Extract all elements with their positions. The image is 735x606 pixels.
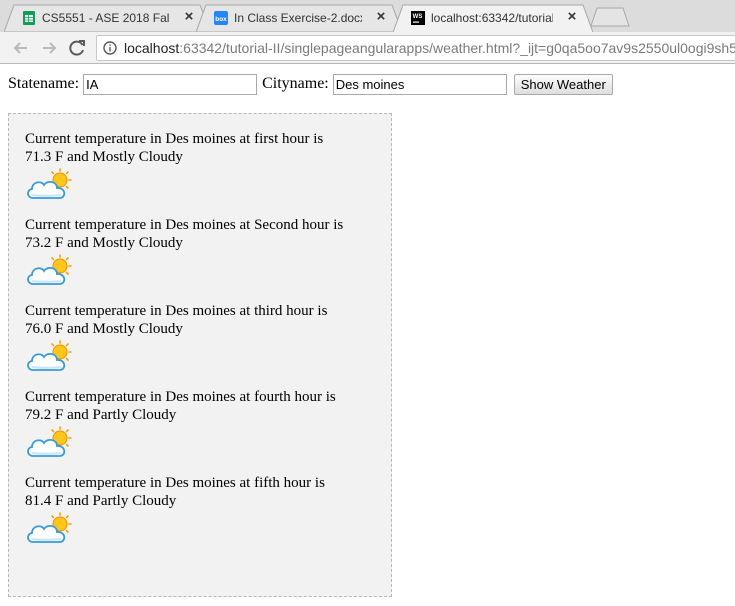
browser-tab-sheets[interactable]: CS5551 - ASE 2018 Fall - × xyxy=(4,4,210,32)
forecast-item: Current temperature in Des moines at fir… xyxy=(25,130,375,202)
partly-cloudy-icon xyxy=(27,512,72,543)
partly-cloudy-icon xyxy=(27,340,72,371)
svg-text:box: box xyxy=(215,16,227,23)
url-host: localhost xyxy=(124,40,180,56)
forecast-line: 71.3 F and Mostly Cloudy xyxy=(25,149,183,165)
state-input[interactable] xyxy=(83,73,258,95)
tab-title: CS5551 - ASE 2018 Fall - xyxy=(42,11,170,25)
tab-title: In Class Exercise-2.docx | xyxy=(234,11,362,25)
svg-text:WS: WS xyxy=(413,14,423,20)
forecast-line: 79.2 F and Partly Cloudy xyxy=(25,407,177,423)
forecast-line: Current temperature in Des moines at Sec… xyxy=(25,217,344,233)
url-text[interactable]: localhost:63342/tutorial-II/singlepagean… xyxy=(124,40,735,56)
forecast-line: 76.0 F and Mostly Cloudy xyxy=(25,321,183,337)
forward-arrow-icon[interactable] xyxy=(38,37,60,59)
forecast-line: Current temperature in Des moines at fou… xyxy=(25,389,336,405)
forecast-text: Current temperature in Des moines at fif… xyxy=(25,474,375,510)
forecast-line: 73.2 F and Mostly Cloudy xyxy=(25,235,183,251)
forecast-item: Current temperature in Des moines at Sec… xyxy=(25,216,375,288)
forecast-line: Current temperature in Des moines at fir… xyxy=(25,131,324,147)
forecast-item: Current temperature in Des moines at fif… xyxy=(25,474,375,546)
forecast-line: Current temperature in Des moines at fif… xyxy=(25,475,325,491)
forecast-text: Current temperature in Des moines at thi… xyxy=(25,302,375,338)
forecast-item: Current temperature in Des moines at fou… xyxy=(25,388,375,460)
browser-toolbar: localhost:63342/tutorial-II/singlepagean… xyxy=(0,32,735,64)
back-arrow-icon[interactable] xyxy=(10,37,32,59)
forecast-line: 81.4 F and Partly Cloudy xyxy=(25,493,177,509)
address-bar[interactable]: localhost:63342/tutorial-II/singlepagean… xyxy=(96,35,735,61)
forecast-text: Current temperature in Des moines at fir… xyxy=(25,130,375,166)
weather-form: Statename: Cityname: Show Weather xyxy=(8,73,613,95)
browser-tab-localhost[interactable]: WS localhost:63342/tutorial-I × xyxy=(393,4,593,32)
url-path: :63342/tutorial-II/singlepageangularapps… xyxy=(179,40,735,56)
partly-cloudy-icon xyxy=(27,426,72,457)
forecast-item: Current temperature in Des moines at thi… xyxy=(25,302,375,374)
browser-tab-strip: CS5551 - ASE 2018 Fall - × box In Class … xyxy=(0,0,735,32)
webstorm-icon: WS xyxy=(411,11,425,25)
forecast-text: Current temperature in Des moines at fou… xyxy=(25,388,375,424)
close-tab-icon[interactable]: × xyxy=(182,9,196,24)
sheets-icon xyxy=(23,11,35,25)
forecast-line: Current temperature in Des moines at thi… xyxy=(25,303,328,319)
forecast-text: Current temperature in Des moines at Sec… xyxy=(25,216,375,252)
city-label: Cityname: xyxy=(262,75,329,93)
close-tab-icon[interactable]: × xyxy=(374,9,388,24)
new-tab-button[interactable] xyxy=(590,7,630,27)
partly-cloudy-icon xyxy=(27,254,72,285)
page-content: Statename: Cityname: Show Weather Curren… xyxy=(0,64,735,606)
close-tab-icon[interactable]: × xyxy=(565,9,579,24)
show-weather-button[interactable]: Show Weather xyxy=(513,73,613,95)
partly-cloudy-icon xyxy=(27,168,72,199)
box-icon: box xyxy=(214,11,228,25)
reload-icon[interactable] xyxy=(66,37,88,59)
forecast-panel: Current temperature in Des moines at fir… xyxy=(8,113,392,597)
info-icon[interactable] xyxy=(103,41,117,55)
state-label: Statename: xyxy=(8,75,80,93)
city-input[interactable] xyxy=(332,73,507,95)
tab-title: localhost:63342/tutorial-I xyxy=(431,11,553,25)
browser-tab-box[interactable]: box In Class Exercise-2.docx | × xyxy=(196,4,402,32)
